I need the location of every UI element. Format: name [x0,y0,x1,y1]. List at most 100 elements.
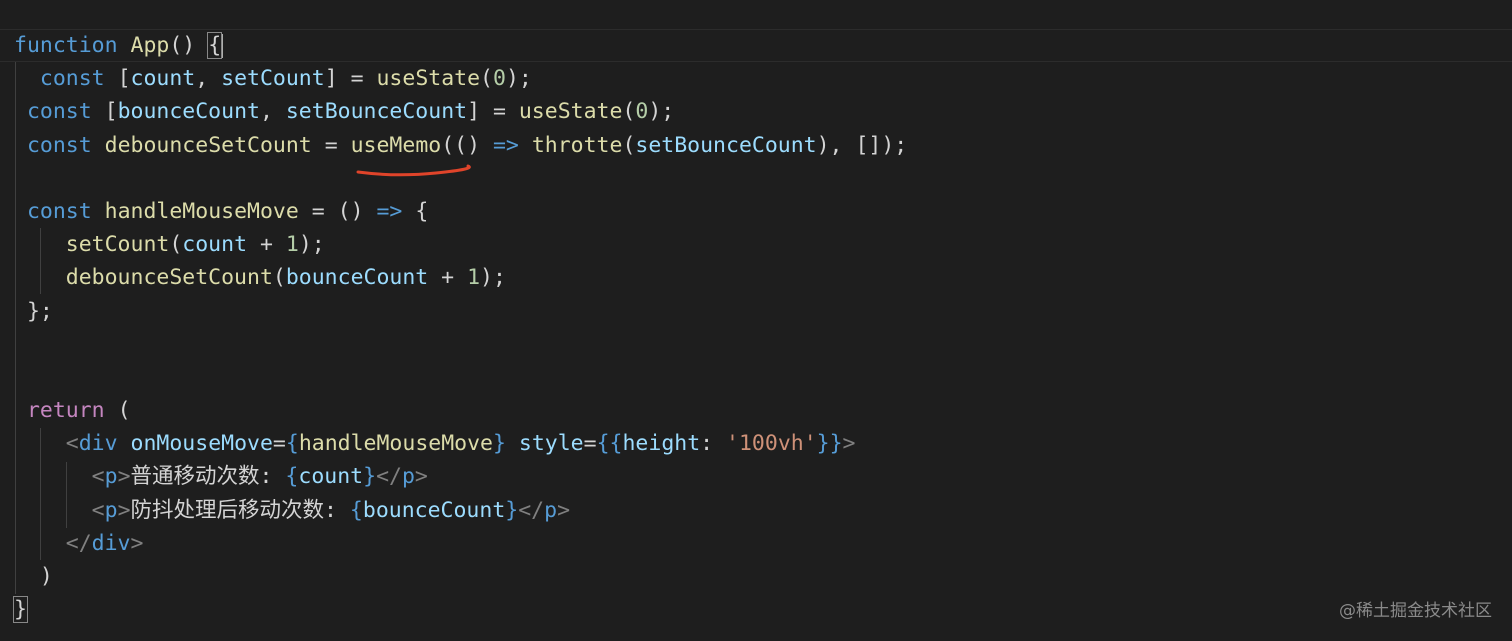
code-token: } [363,464,377,490]
code-token: ); [505,66,532,92]
code-token: + [247,232,286,258]
code-token: setBounceCount [635,132,817,158]
code-token: ( [622,132,636,158]
code-editor[interactable]: function App() { const [count, setCount]… [0,0,1512,641]
code-token: App [130,33,170,58]
code-token: {{ [596,431,623,457]
code-token: ( [480,66,493,92]
code-line[interactable] [14,361,907,394]
code-token: ); [648,99,675,125]
code-line[interactable] [14,328,907,361]
code-line[interactable]: const [bounceCount, setBounceCount] = us… [14,95,907,128]
code-token: ( [169,232,183,258]
code-token: < [91,497,105,523]
code-token: p [401,464,415,490]
code-line[interactable]: const handleMouseMove = () => { [14,195,907,228]
code-token: p [104,497,118,523]
code-token: style [518,431,584,457]
code-line[interactable]: return ( [14,394,907,427]
code-token: { [402,198,429,224]
code-token: const [26,132,92,158]
code-token: = [311,132,351,158]
code-token: p [544,497,558,523]
code-token: bounceCount [285,265,429,291]
code-content[interactable]: function App() { const [count, setCount]… [13,29,907,626]
code-token: setBounceCount [285,99,468,125]
code-token: debounceSetCount [104,132,312,158]
code-line[interactable]: const debounceSetCount = useMemo(() => t… [14,129,907,162]
code-token: [ [104,66,131,92]
code-token: ( [272,265,286,291]
code-token: handleMouseMove [298,431,493,457]
code-token: : [700,431,727,457]
code-token: </ [376,464,402,490]
code-token: setCount [65,232,170,258]
code-token: 1 [467,265,481,291]
code-token: bounceCount [362,497,506,523]
code-line[interactable]: setCount(count + 1); [14,228,907,261]
code-token: return [26,398,105,424]
code-token: } [505,497,519,523]
code-token: handleMouseMove [104,198,299,224]
code-token: [ [91,99,118,125]
code-token: < [91,464,105,490]
code-token: 0 [635,99,649,125]
code-token: onMouseMove [130,431,273,457]
code-token: useState [376,66,481,92]
code-token: > [414,464,428,490]
code-token: = [272,431,286,457]
code-line[interactable]: <p>普通移动次数: {count}</p> [14,460,907,493]
code-line[interactable]: ) [14,560,907,593]
code-token: => [492,132,519,158]
code-line[interactable]: </div> [14,527,907,560]
code-token: } [493,431,506,457]
code-token: count [130,66,196,92]
code-token: > [557,497,571,523]
code-token: 防抖处理后移动次数: [130,497,350,523]
code-token: { [285,431,299,457]
code-token: function [14,33,118,58]
code-line[interactable]: <p>防抖处理后移动次数: {bounceCount}</p> [14,494,907,527]
code-token: ) [14,564,53,589]
code-token: const [26,198,92,224]
text-cursor [221,34,224,58]
code-token: useMemo [350,132,442,158]
code-line[interactable]: }; [14,295,907,328]
code-line[interactable]: function App() { [14,29,907,62]
code-token: 1 [285,232,299,258]
code-token: </ [518,497,545,523]
code-line[interactable]: debounceSetCount(bounceCount + 1); [14,261,907,294]
code-line[interactable]: <div onMouseMove={handleMouseMove} style… [14,427,907,460]
code-line[interactable]: const [count, setCount] = useState(0); [14,62,907,95]
code-token: < [65,431,79,457]
code-token: }} [816,431,843,457]
code-token: ( [622,99,636,125]
code-token: const [39,66,105,92]
code-token: setCount [221,66,325,92]
code-token: ] = [467,99,519,125]
code-token: 0 [493,66,506,92]
code-token: useState [518,99,623,125]
code-token: => [376,198,403,224]
code-token: debounceSetCount [65,265,273,291]
code-token: = () [298,198,377,224]
code-token: > [842,431,856,457]
code-token: (() [441,132,493,158]
code-token: const [26,99,92,125]
code-token: > [117,464,131,490]
code-token: + [428,265,468,291]
code-token: , [195,66,222,92]
code-line[interactable]: } [13,593,907,626]
